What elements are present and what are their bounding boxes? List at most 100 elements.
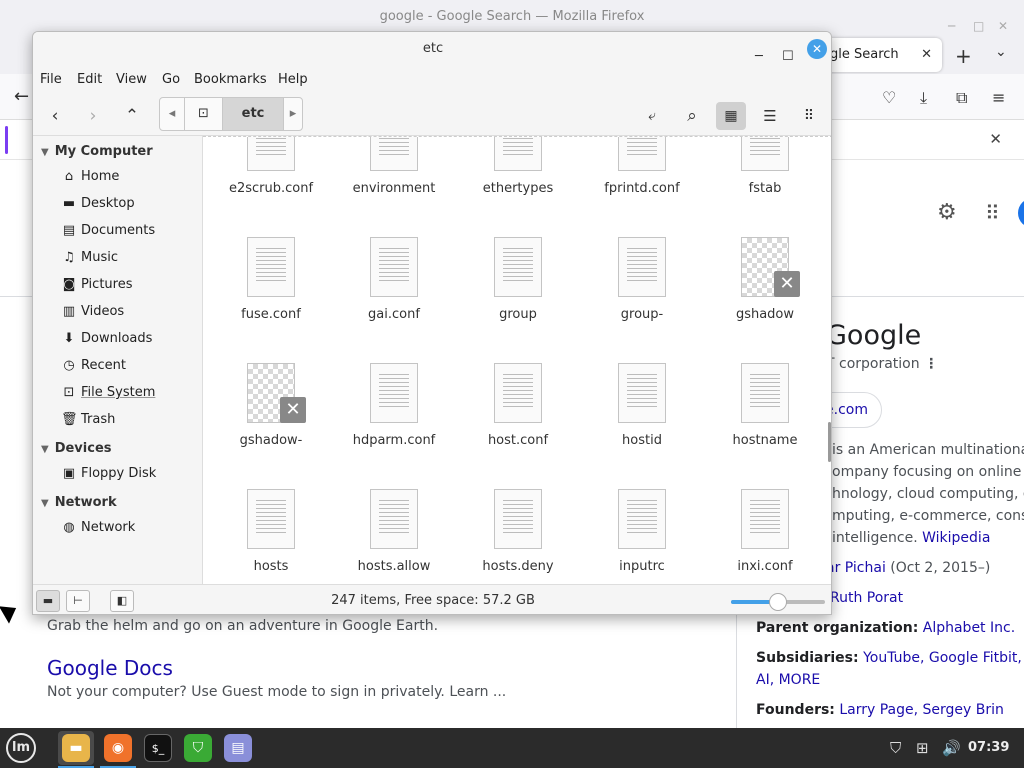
back-arrow-icon[interactable]: ← bbox=[14, 86, 29, 107]
menu-help[interactable]: Help bbox=[278, 72, 308, 87]
drive-icon: ⊡ bbox=[63, 385, 75, 400]
zoom-slider-knob[interactable] bbox=[769, 593, 787, 611]
sidebar-item-pictures[interactable]: ◙ Pictures bbox=[61, 273, 201, 297]
sidebar-item-file-system[interactable]: ⊡ File System bbox=[61, 381, 201, 405]
file-item[interactable]: fuse.conf bbox=[216, 237, 326, 347]
floppy-icon: ▣ bbox=[62, 466, 76, 481]
file-item[interactable]: host.conf bbox=[463, 363, 573, 473]
sidebar-section-devices[interactable]: ▼ Devices bbox=[41, 441, 112, 456]
sidebar-item-desktop[interactable]: ▬ Desktop bbox=[61, 192, 201, 216]
settings-gear-icon[interactable]: ⚙ bbox=[937, 200, 957, 225]
icon-view-icon[interactable]: ▦ bbox=[716, 102, 746, 130]
tab-close-icon[interactable]: ✕ bbox=[921, 38, 932, 72]
taskbar-file-manager[interactable]: ▬ bbox=[58, 731, 94, 768]
file-item[interactable]: group- bbox=[587, 237, 697, 347]
zoom-slider[interactable] bbox=[731, 593, 825, 611]
path-segment-etc[interactable]: etc bbox=[222, 98, 284, 130]
search-icon[interactable]: ⌕ bbox=[677, 102, 707, 130]
list-view-icon[interactable]: ☰ bbox=[755, 102, 785, 130]
compact-view-icon[interactable]: ⠿ bbox=[794, 102, 824, 130]
hide-sidebar-icon[interactable]: ◧ bbox=[110, 590, 134, 612]
show-places-icon[interactable]: ▬ bbox=[36, 590, 60, 612]
taskbar-update-manager[interactable]: ⛉ bbox=[180, 731, 216, 765]
file-item[interactable]: hosts bbox=[216, 489, 326, 584]
file-item[interactable]: hosts.allow bbox=[339, 489, 449, 584]
pocket-icon[interactable]: ♡ bbox=[882, 88, 896, 107]
path-left-arrow-icon[interactable]: ◂ bbox=[160, 98, 184, 130]
toggle-location-icon[interactable]: ⤶ bbox=[637, 102, 667, 130]
file-item[interactable]: ✕ gshadow- bbox=[216, 363, 326, 473]
docs-result-title[interactable]: Google Docs bbox=[47, 656, 173, 680]
google-apps-icon[interactable]: ⠿ bbox=[985, 201, 1000, 225]
menu-view[interactable]: View bbox=[116, 72, 147, 87]
sidebar-item-network[interactable]: ◍ Network bbox=[61, 516, 201, 540]
file-item[interactable]: ethertypes bbox=[463, 137, 573, 221]
new-tab-icon[interactable]: + bbox=[955, 44, 972, 68]
sidebar-item-downloads[interactable]: ⬇ Downloads bbox=[61, 327, 201, 351]
vertical-scrollbar[interactable] bbox=[828, 422, 831, 462]
music-icon: ♫ bbox=[63, 250, 75, 265]
firefox-active-tab[interactable]: gle Search ✕ bbox=[820, 38, 942, 72]
parent-link[interactable]: Alphabet Inc. bbox=[923, 620, 1015, 636]
text-file-icon bbox=[370, 363, 418, 423]
more-options-icon[interactable]: ⋮ bbox=[924, 356, 938, 372]
account-avatar[interactable] bbox=[1018, 198, 1024, 228]
path-right-arrow-icon[interactable]: ▸ bbox=[284, 98, 302, 130]
back-icon[interactable]: ‹ bbox=[40, 102, 70, 130]
founders-link[interactable]: Larry Page, Sergey Brin bbox=[839, 702, 1004, 718]
forward-icon[interactable]: › bbox=[78, 102, 108, 130]
mouse-pointer-icon bbox=[0, 599, 22, 624]
volume-tray-icon[interactable]: 🔊 bbox=[942, 739, 961, 757]
file-item[interactable]: inputrc bbox=[587, 489, 697, 584]
clock[interactable]: 07:39 bbox=[968, 740, 1009, 755]
shield-tray-icon[interactable]: ⛉ bbox=[890, 739, 901, 757]
menu-go[interactable]: Go bbox=[162, 72, 180, 87]
network-tray-icon[interactable]: ⊞ bbox=[916, 739, 929, 757]
firefox-titlebar: google - Google Search — Mozilla Firefox… bbox=[0, 0, 1024, 34]
sidebar-item-recent[interactable]: ◷ Recent bbox=[61, 354, 201, 378]
downloads-icon[interactable]: ⤓ bbox=[920, 88, 927, 108]
sidebar-item-videos[interactable]: ▥ Videos bbox=[61, 300, 201, 324]
sidebar-item-floppy-disk[interactable]: ▣ Floppy Disk bbox=[61, 462, 201, 486]
sidebar-item-music[interactable]: ♫ Music bbox=[61, 246, 201, 270]
subsidiaries-more-link[interactable]: AI, MORE bbox=[756, 672, 820, 688]
sidebar-section-network[interactable]: ▼ Network bbox=[41, 495, 117, 510]
sidebar-item-trash[interactable]: 🗑 Trash bbox=[61, 408, 201, 432]
file-item[interactable]: environment bbox=[339, 137, 449, 221]
taskbar-terminal[interactable]: $_ bbox=[140, 731, 176, 765]
file-item[interactable]: fprintd.conf bbox=[587, 137, 697, 221]
file-item[interactable]: fstab bbox=[710, 137, 820, 221]
wikipedia-link[interactable]: Wikipedia bbox=[922, 530, 990, 546]
file-item[interactable]: gai.conf bbox=[339, 237, 449, 347]
subsidiaries-link[interactable]: YouTube, Google Fitbit, Man bbox=[863, 650, 1024, 666]
notification-close-icon[interactable]: ✕ bbox=[989, 130, 1002, 148]
file-item[interactable]: ✕ gshadow bbox=[710, 237, 820, 347]
ceo-link[interactable]: ar Pichai bbox=[826, 560, 886, 576]
no-access-emblem-icon: ✕ bbox=[280, 397, 306, 423]
tab-list-chevron-icon[interactable]: ⌄ bbox=[995, 44, 1007, 60]
file-item[interactable]: hostname bbox=[710, 363, 820, 473]
file-item[interactable]: e2scrub.conf bbox=[216, 137, 326, 221]
cfo-link[interactable]: Ruth Porat bbox=[830, 590, 903, 606]
menu-file[interactable]: File bbox=[40, 72, 62, 87]
taskbar-text-editor[interactable]: ▤ bbox=[220, 731, 256, 765]
sidebar-section-my-computer[interactable]: ▼ My Computer bbox=[41, 144, 153, 159]
menu-edit[interactable]: Edit bbox=[77, 72, 102, 87]
file-item[interactable]: inxi.conf bbox=[710, 489, 820, 584]
taskbar-firefox[interactable]: ◉ bbox=[100, 731, 136, 768]
pictures-icon: ◙ bbox=[62, 277, 76, 292]
file-item[interactable]: hostid bbox=[587, 363, 697, 473]
file-item[interactable]: hdparm.conf bbox=[339, 363, 449, 473]
up-icon[interactable]: ⌃ bbox=[117, 102, 147, 130]
menu-bookmarks[interactable]: Bookmarks bbox=[194, 72, 267, 87]
file-item[interactable]: hosts.deny bbox=[463, 489, 573, 584]
sidebar-item-home[interactable]: ⌂ Home bbox=[61, 165, 201, 189]
close-icon[interactable]: ✕ bbox=[807, 39, 827, 59]
mint-menu-icon[interactable]: lm bbox=[6, 733, 36, 763]
sidebar-item-documents[interactable]: ▤ Documents bbox=[61, 219, 201, 243]
show-treeview-icon[interactable]: ⊢ bbox=[66, 590, 90, 612]
hamburger-menu-icon[interactable]: ≡ bbox=[992, 88, 1005, 107]
file-item[interactable]: group bbox=[463, 237, 573, 347]
extensions-icon[interactable]: ⧉ bbox=[956, 88, 967, 108]
path-root-drive-icon[interactable]: ⊡ bbox=[184, 98, 222, 130]
